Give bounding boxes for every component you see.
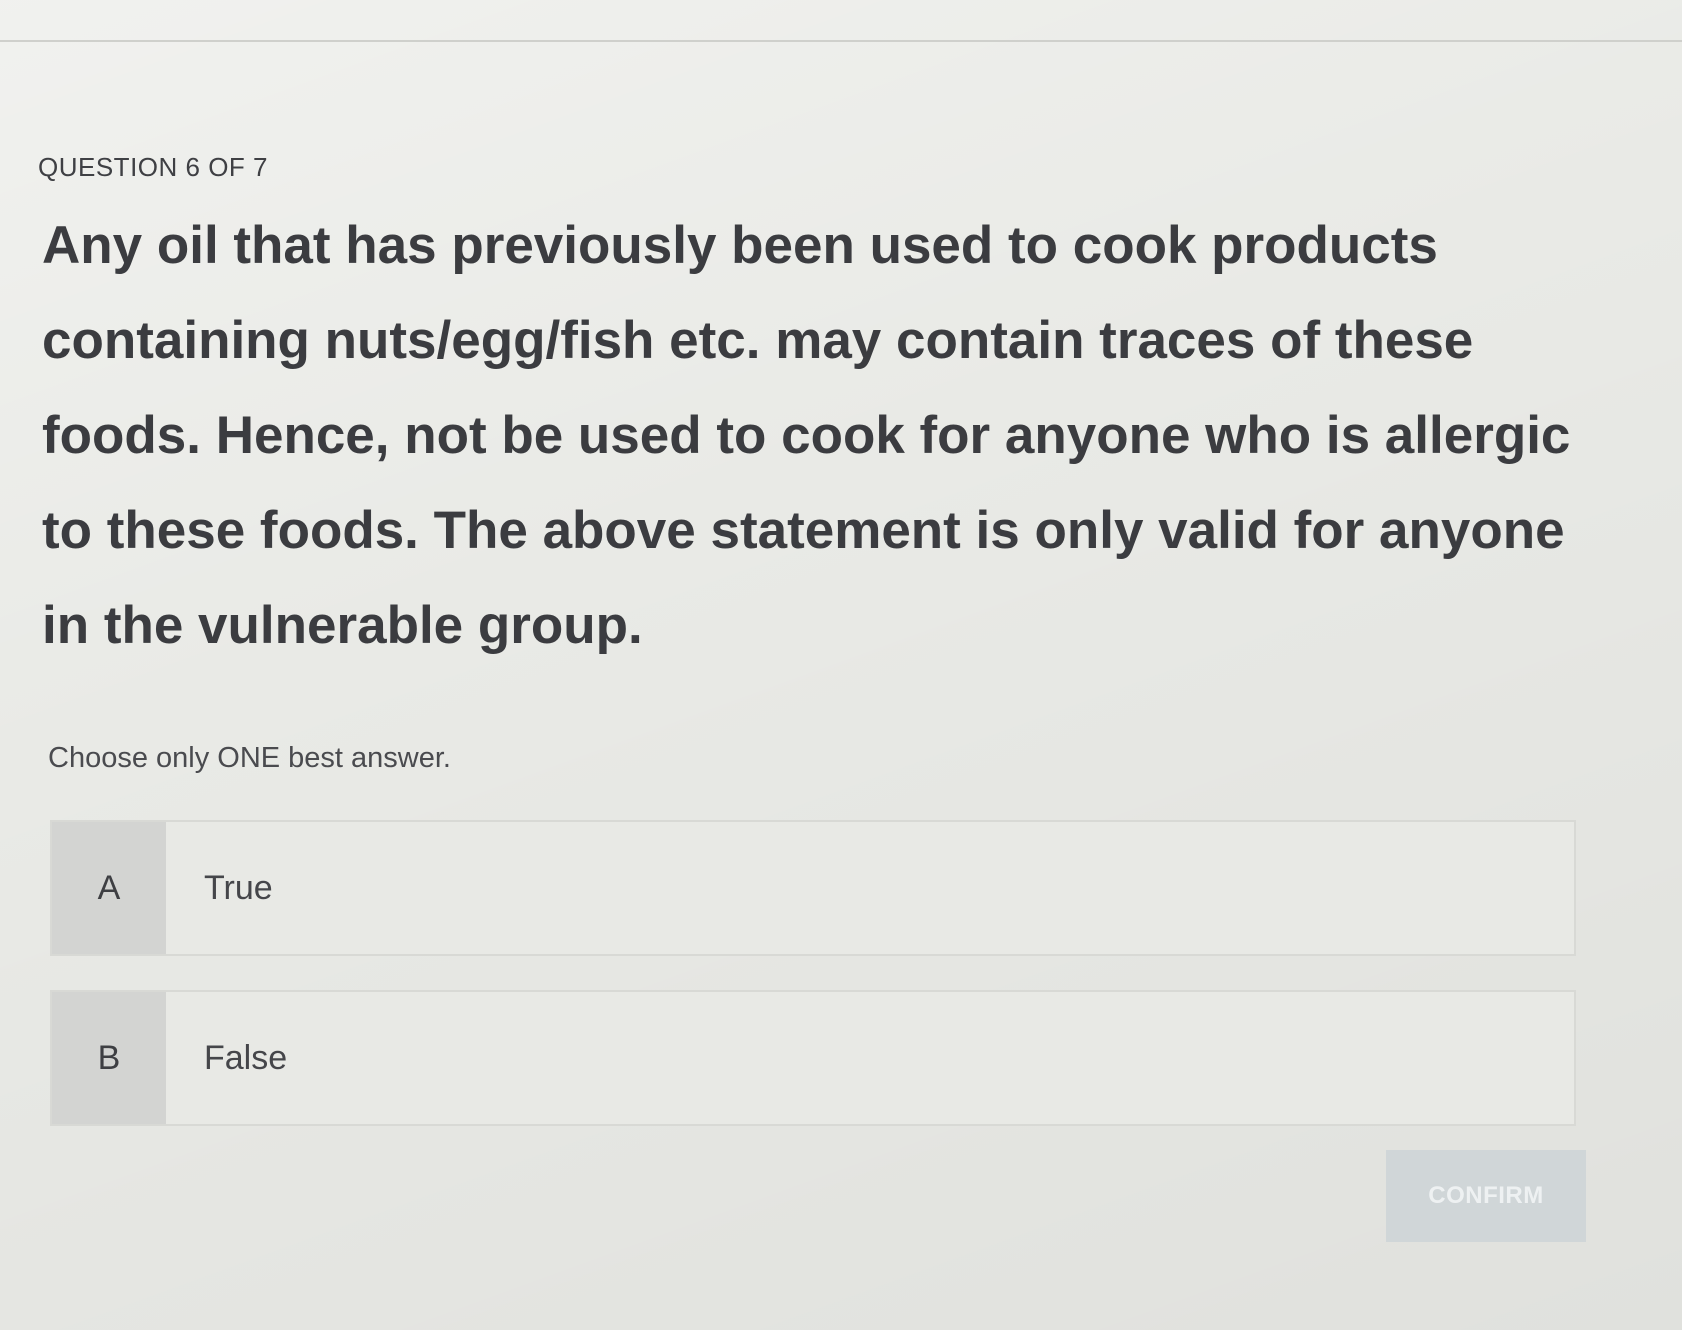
question-text: Any oil that has previously been used to… [42, 216, 1571, 655]
answer-instruction: Choose only ONE best answer. [48, 742, 451, 774]
confirm-button[interactable]: CONFIRM [1386, 1150, 1586, 1242]
answer-option-b[interactable]: B False [50, 990, 1576, 1126]
answer-option-a[interactable]: A True [50, 820, 1576, 956]
option-label-b: False [204, 1038, 288, 1077]
option-letter-b: B [52, 992, 166, 1124]
option-label-a: True [204, 868, 273, 907]
top-divider [0, 40, 1682, 42]
question-counter: QUESTION 6 OF 7 [38, 152, 268, 182]
option-letter-a: A [52, 822, 166, 954]
